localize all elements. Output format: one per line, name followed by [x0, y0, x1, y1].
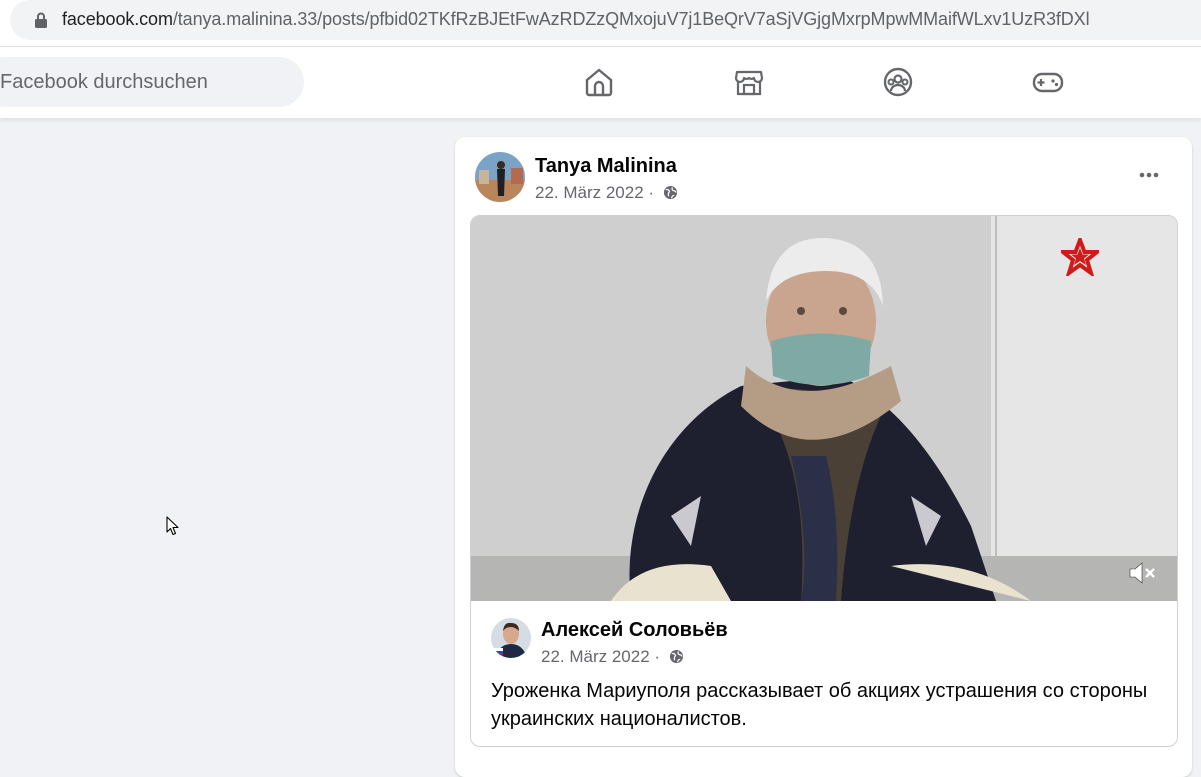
meta-separator: ·: [648, 183, 655, 202]
shared-post[interactable]: Алексей Соловьёв 22. März 2022 · Уроженк…: [470, 215, 1178, 747]
video-player[interactable]: [471, 216, 1177, 601]
author-avatar[interactable]: [475, 152, 525, 202]
source-meta: 22. März 2022 ·: [541, 647, 684, 667]
lock-icon[interactable]: [34, 12, 48, 28]
post-card: Tanya Malinina 22. März 2022 · Алексей С…: [455, 137, 1192, 777]
source-avatar[interactable]: [491, 618, 531, 658]
facebook-header: [0, 46, 1201, 118]
marketplace-icon[interactable]: [733, 66, 765, 98]
browser-url-bar: facebook.com/tanya.malinina.33/posts/pfb…: [0, 0, 1201, 46]
star-icon: [1061, 238, 1099, 276]
source-globe-icon: [669, 649, 683, 664]
url-host: facebook.com: [62, 9, 173, 29]
post-date[interactable]: 22. März 2022: [535, 183, 644, 202]
address-field[interactable]: facebook.com/tanya.malinina.33/posts/pfb…: [10, 0, 1201, 40]
source-meta-separator: ·: [654, 647, 661, 666]
groups-icon[interactable]: [882, 66, 914, 98]
search-box: [0, 57, 304, 107]
source-date[interactable]: 22. März 2022: [541, 647, 650, 666]
url-path: /tanya.malinina.33/posts/pfbid02TKfRzBJE…: [172, 9, 1090, 29]
search-input[interactable]: [0, 57, 290, 107]
more-icon[interactable]: [1137, 163, 1161, 187]
source-author[interactable]: Алексей Соловьёв: [541, 619, 728, 642]
post-meta: 22. März 2022 ·: [535, 183, 678, 203]
source-post-text: Уроженка Мариуполя рассказывает об акция…: [491, 680, 1148, 730]
globe-icon: [663, 185, 677, 200]
home-icon[interactable]: [583, 66, 615, 98]
url-text[interactable]: facebook.com/tanya.malinina.33/posts/pfb…: [62, 9, 1090, 30]
gaming-icon[interactable]: [1032, 66, 1064, 98]
mouse-cursor-icon: [166, 516, 179, 536]
post-author[interactable]: Tanya Malinina: [535, 155, 677, 178]
mute-icon[interactable]: [1127, 558, 1157, 588]
